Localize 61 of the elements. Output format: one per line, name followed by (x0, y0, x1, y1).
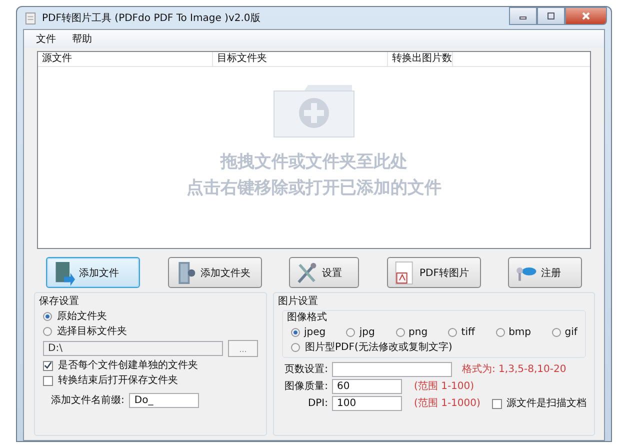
radio-button[interactable] (291, 328, 300, 337)
column-header[interactable]: 源文件 (38, 52, 213, 66)
dpi-field[interactable]: 100 (332, 396, 402, 411)
radio-label: tiff (461, 326, 475, 339)
close-icon (581, 11, 591, 21)
maximize-icon (546, 11, 556, 21)
radio-button[interactable] (496, 328, 505, 337)
app-icon (25, 12, 36, 24)
action-button[interactable]: PDF转图片 (386, 257, 480, 288)
drop-hint: 拖拽文件或文件夹至此处 (220, 151, 408, 174)
radio-label: gif (564, 326, 578, 339)
action-button[interactable]: 添加文件夹 (168, 257, 262, 288)
checkbox-label: 转换结束后打开保存文件夹 (58, 374, 178, 387)
pages-field[interactable] (332, 362, 452, 377)
column-header[interactable]: 目标文件夹 (213, 52, 388, 66)
checkbox[interactable] (43, 360, 53, 370)
checkbox[interactable] (43, 376, 53, 386)
checkbox-label: 源文件是扫描文档 (506, 397, 586, 410)
radio-button[interactable] (43, 312, 52, 321)
radio-button[interactable] (448, 328, 458, 337)
column-header[interactable]: 转换出图片数 (388, 52, 453, 66)
drop-hint: 点击右键移除或打开已添加的文件 (186, 177, 442, 200)
prefix-field[interactable]: Do_ (129, 393, 200, 408)
action-button[interactable]: 添加文件 (46, 257, 140, 288)
menu-item[interactable]: 帮助 (72, 32, 92, 46)
checkbox-label: 是否每个文件创建单独的文件夹 (58, 359, 198, 372)
radio-label: 原始文件夹 (57, 310, 107, 323)
format-hint: 格式为: 1,3,5-8,10-20 (462, 363, 566, 376)
field-label: 页数设置: (284, 363, 328, 376)
document-icon (53, 260, 75, 286)
radio-label: bmp (508, 326, 532, 339)
radio-button[interactable] (291, 343, 300, 352)
group-title: 图片设置 (278, 294, 319, 308)
action-button[interactable]: 设置 (289, 257, 359, 288)
menu-item[interactable]: 文件 (36, 32, 56, 46)
range-hint: (范围 1-100) (414, 380, 474, 393)
add-folder-icon (272, 83, 356, 139)
range-hint: (范围 1-1000) (414, 397, 480, 410)
pdf-document-icon (394, 260, 416, 286)
radio-button[interactable] (43, 327, 52, 336)
field-label: 添加文件名前缀: (51, 394, 124, 407)
file-list[interactable]: 源文件 目标文件夹 转换出图片数 拖拽文件或文件夹至此处 点击右键移除或打开已添加的文件 (37, 51, 591, 249)
field-label: DPI: (306, 397, 328, 410)
close-button[interactable] (565, 7, 607, 25)
action-button[interactable]: 注册 (508, 257, 582, 288)
radio-button[interactable] (396, 328, 405, 337)
radio-label: 选择目标文件夹 (57, 325, 127, 338)
window-title: PDF转图片工具 (PDFdo PDF To Image )v2.0版 (42, 12, 262, 25)
radio-button[interactable] (346, 328, 356, 337)
radio-label: jpg (359, 326, 375, 339)
checkbox[interactable] (492, 398, 502, 408)
quality-field[interactable]: 60 (332, 379, 402, 394)
group-title: 图像格式 (287, 310, 328, 324)
radio-button[interactable] (552, 328, 561, 337)
radio-label: png (408, 326, 428, 339)
radio-label: 图片型PDF(无法修改或复制文字) (305, 341, 452, 354)
minimize-button[interactable] (509, 7, 537, 25)
field-label: 图像质量: (284, 380, 328, 393)
radio-label: jpeg (304, 326, 326, 339)
maximize-button[interactable] (537, 7, 565, 25)
group-title: 保存设置 (39, 294, 80, 308)
